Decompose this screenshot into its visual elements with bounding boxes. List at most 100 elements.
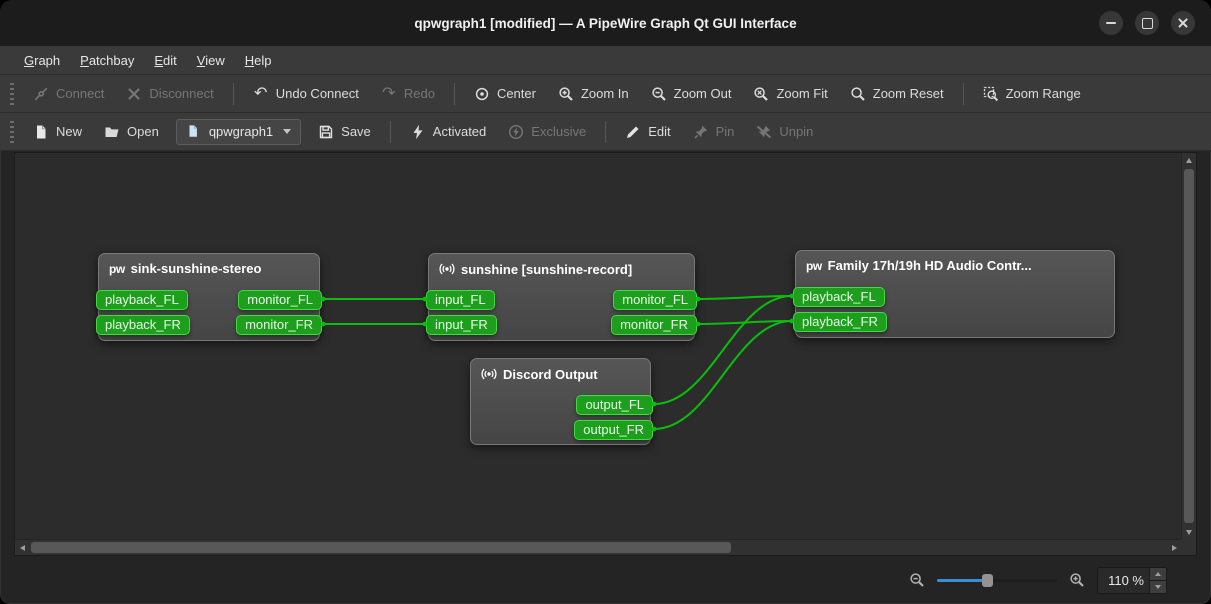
- app-window: qpwgraph1 [modified] — A PipeWire Graph …: [0, 0, 1211, 604]
- zoom-out-button[interactable]: Zoom Out: [640, 80, 743, 108]
- scroll-left-button[interactable]: [15, 540, 29, 555]
- minimize-icon: [1106, 22, 1116, 24]
- graph-canvas[interactable]: pw sink-sunshine-stereo playback_FL play…: [15, 153, 1181, 539]
- menu-view[interactable]: View: [187, 49, 235, 72]
- pin-button[interactable]: Pin: [682, 118, 746, 146]
- zoom-out-icon: [651, 86, 667, 102]
- save-label: Save: [341, 124, 371, 139]
- unpin-button[interactable]: Unpin: [745, 118, 824, 146]
- node-family-hd-audio[interactable]: pw Family 17h/19h HD Audio Contr... play…: [795, 250, 1115, 338]
- zoom-slider[interactable]: [937, 571, 1057, 589]
- vertical-scrollbar-thumb[interactable]: [1184, 169, 1194, 523]
- toolbar-separator: [454, 83, 455, 105]
- redo-button[interactable]: ↷ Redo: [370, 80, 446, 108]
- graph-canvas-frame: pw sink-sunshine-stereo playback_FL play…: [14, 152, 1197, 556]
- zoom-fit-icon: [753, 86, 769, 102]
- activated-label: Activated: [433, 124, 486, 139]
- menu-graph[interactable]: Graph: [14, 49, 70, 72]
- zoom-fit-button[interactable]: Zoom Fit: [742, 80, 838, 108]
- port-output[interactable]: monitor_FL: [238, 290, 322, 310]
- port-input[interactable]: playback_FR: [96, 315, 190, 335]
- new-file-icon: [33, 124, 49, 140]
- node-discord-output[interactable]: Discord Output output_FL output_FR: [470, 358, 651, 445]
- disconnect-button[interactable]: Disconnect: [115, 80, 224, 108]
- scroll-down-button[interactable]: [1182, 525, 1196, 539]
- edit-label: Edit: [648, 124, 670, 139]
- toolbar-drag-handle[interactable]: [10, 121, 14, 143]
- center-button[interactable]: Center: [463, 80, 547, 108]
- exclusive-label: Exclusive: [531, 124, 586, 139]
- toolbar-separator: [390, 121, 391, 143]
- activated-bolt-icon: [410, 124, 426, 140]
- window-controls: [1099, 11, 1195, 35]
- new-button[interactable]: New: [22, 118, 93, 146]
- zoom-fit-label: Zoom Fit: [776, 86, 827, 101]
- open-label: Open: [127, 124, 159, 139]
- port-output[interactable]: output_FL: [576, 395, 653, 415]
- zoom-value[interactable]: 110 %: [1098, 568, 1149, 593]
- zoom-spin-down-button[interactable]: [1150, 581, 1166, 593]
- save-icon: [318, 124, 334, 140]
- zoom-spinbox[interactable]: 110 %: [1097, 567, 1167, 594]
- port-output[interactable]: monitor_FR: [611, 315, 697, 335]
- scroll-up-button[interactable]: [1182, 153, 1196, 167]
- vertical-scrollbar[interactable]: [1181, 153, 1196, 539]
- node-sink-sunshine-stereo[interactable]: pw sink-sunshine-stereo playback_FL play…: [98, 253, 320, 341]
- pin-icon: [693, 124, 709, 140]
- node-title-text: Discord Output: [503, 367, 598, 382]
- zoom-range-icon: [983, 86, 999, 102]
- save-button[interactable]: Save: [307, 118, 382, 146]
- center-label: Center: [497, 86, 536, 101]
- center-icon: [474, 86, 490, 102]
- statusbar: 110 %: [0, 556, 1211, 604]
- zoom-reset-button[interactable]: Zoom Reset: [839, 80, 955, 108]
- zoom-in-icon[interactable]: [1069, 572, 1085, 588]
- toolbar-drag-handle[interactable]: [10, 83, 14, 105]
- port-input[interactable]: playback_FL: [96, 290, 188, 310]
- port-input[interactable]: input_FL: [426, 290, 495, 310]
- edit-button[interactable]: Edit: [614, 118, 681, 146]
- zoom-out-icon[interactable]: [909, 572, 925, 588]
- node-header: pw Family 17h/19h HD Audio Contr...: [796, 251, 1114, 273]
- port-input[interactable]: playback_FR: [793, 312, 887, 332]
- scroll-right-button[interactable]: [1167, 540, 1181, 555]
- port-output[interactable]: output_FR: [574, 420, 653, 440]
- redo-icon: ↷: [381, 86, 397, 102]
- horizontal-scrollbar-thumb[interactable]: [31, 542, 731, 553]
- menu-help[interactable]: Help: [235, 49, 282, 72]
- zoom-out-label: Zoom Out: [674, 86, 732, 101]
- zoom-slider-handle[interactable]: [982, 574, 993, 587]
- zoom-range-label: Zoom Range: [1006, 86, 1081, 101]
- zoom-range-button[interactable]: Zoom Range: [972, 80, 1092, 108]
- port-output[interactable]: monitor_FL: [613, 290, 697, 310]
- edit-pencil-icon: [625, 124, 641, 140]
- zoom-in-button[interactable]: Zoom In: [547, 80, 640, 108]
- open-button[interactable]: Open: [93, 118, 170, 146]
- maximize-icon: [1142, 18, 1153, 29]
- connection-cable[interactable]: [698, 321, 792, 324]
- zoom-spin-up-button[interactable]: [1150, 568, 1166, 581]
- zoom-reset-label: Zoom Reset: [873, 86, 944, 101]
- minimize-button[interactable]: [1099, 11, 1123, 35]
- menu-edit[interactable]: Edit: [144, 49, 186, 72]
- connect-button[interactable]: Connect: [22, 80, 115, 108]
- new-label: New: [56, 124, 82, 139]
- horizontal-scrollbar[interactable]: [15, 539, 1181, 555]
- patchbay-file-name: qpwgraph1: [209, 124, 273, 139]
- titlebar[interactable]: qpwgraph1 [modified] — A PipeWire Graph …: [0, 0, 1211, 46]
- activated-button[interactable]: Activated: [399, 118, 497, 146]
- menu-patchbay[interactable]: Patchbay: [70, 49, 144, 72]
- patchbay-file-combo[interactable]: qpwgraph1: [176, 119, 301, 145]
- exclusive-button[interactable]: Exclusive: [497, 118, 597, 146]
- connection-cable[interactable]: [698, 296, 792, 299]
- port-input[interactable]: input_FR: [426, 315, 497, 335]
- close-button[interactable]: [1171, 11, 1195, 35]
- port-output[interactable]: monitor_FR: [236, 315, 322, 335]
- stream-icon: [481, 366, 497, 382]
- node-sunshine[interactable]: sunshine [sunshine-record] input_FL inpu…: [428, 253, 695, 341]
- undo-connect-button[interactable]: ↶ Undo Connect: [242, 80, 370, 108]
- zoom-reset-icon: [850, 86, 866, 102]
- maximize-button[interactable]: [1135, 11, 1159, 35]
- port-input[interactable]: playback_FL: [793, 287, 885, 307]
- undo-icon: ↶: [253, 86, 269, 102]
